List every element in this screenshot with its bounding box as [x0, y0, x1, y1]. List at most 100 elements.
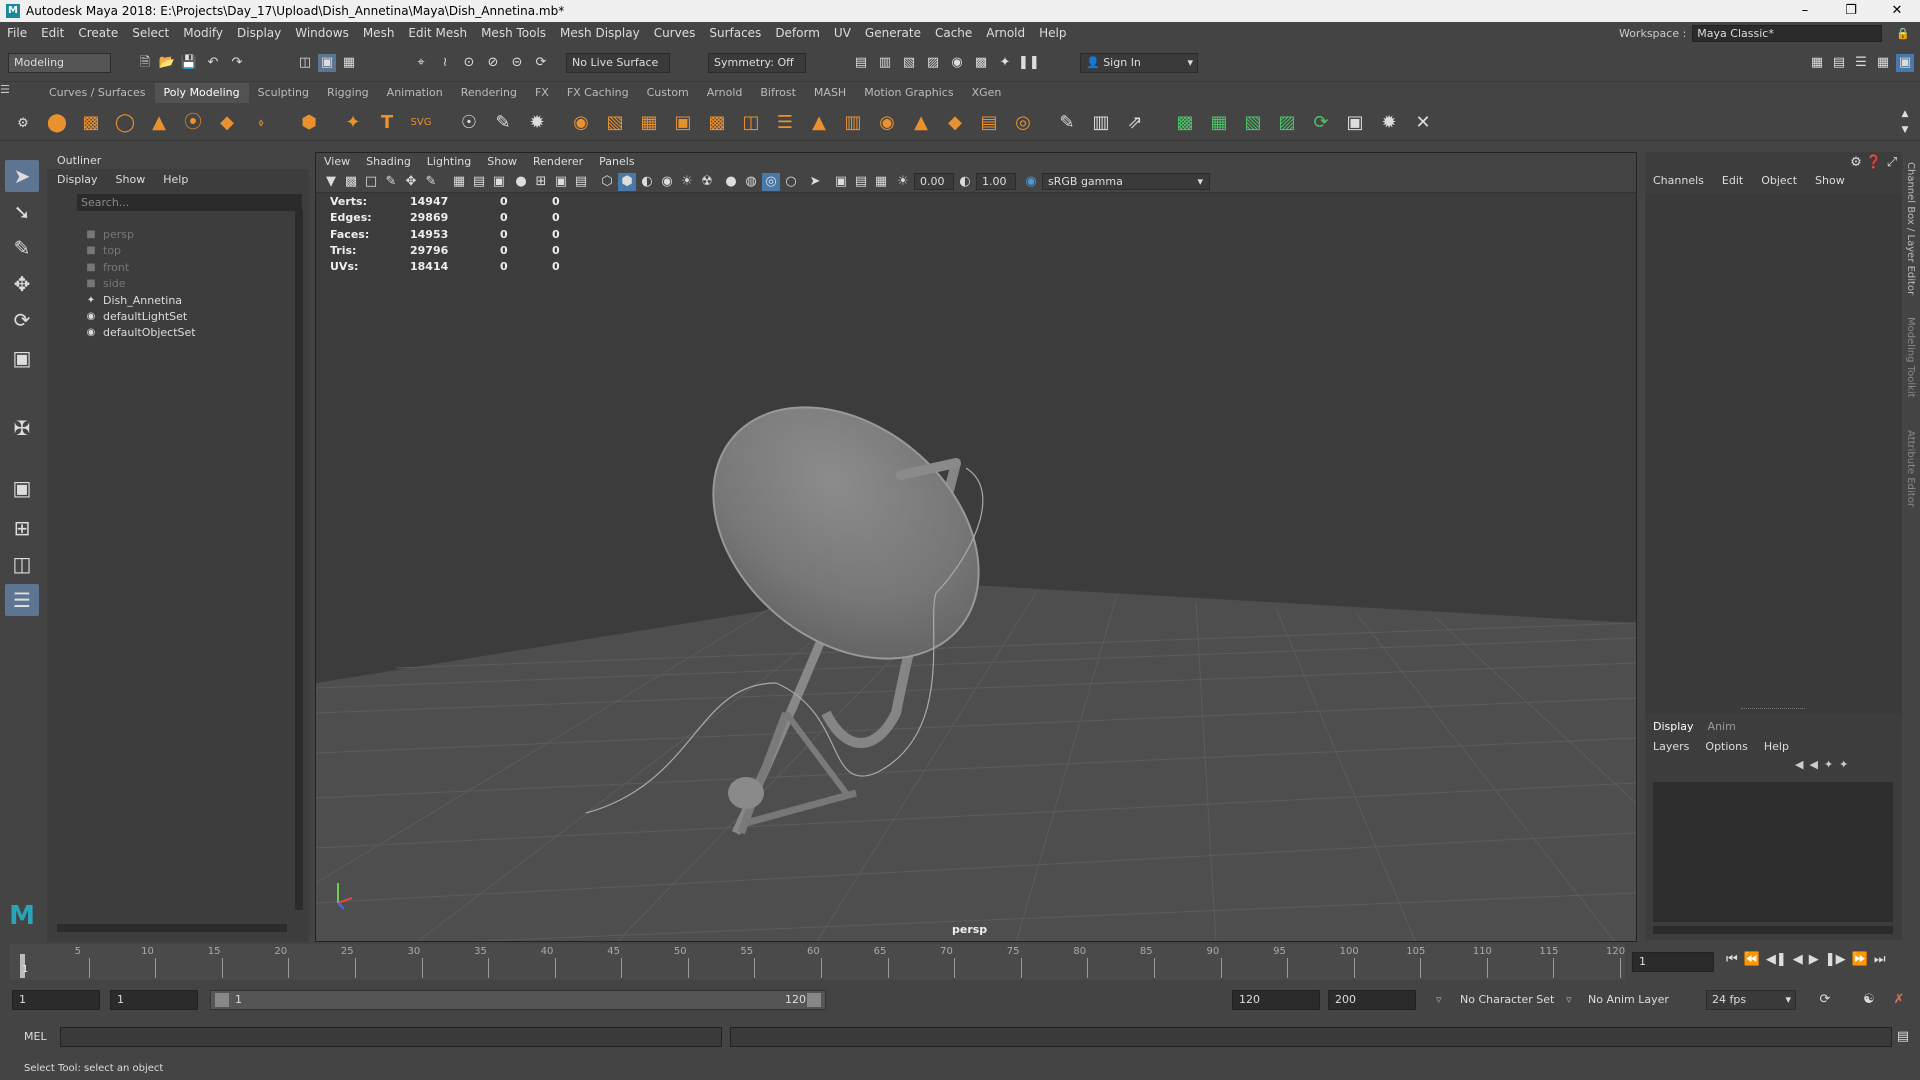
undo-icon[interactable]: ↶: [204, 54, 222, 72]
menu-display[interactable]: Display: [230, 26, 288, 40]
play-forward-icon[interactable]: ▶: [1809, 952, 1819, 967]
arnold-render-icon[interactable]: ✦: [996, 54, 1014, 72]
outliner-item[interactable]: ■ persp: [85, 226, 134, 244]
outliner-menu-help[interactable]: Help: [163, 173, 188, 186]
range-slider-bar[interactable]: 1 120: [210, 990, 826, 1010]
live-surface-field[interactable]: No Live Surface: [566, 53, 670, 73]
select-camera-icon[interactable]: ▼: [322, 173, 340, 191]
four-view-icon[interactable]: ⊞: [5, 512, 39, 544]
insert-edge-loop-icon[interactable]: ▥: [1088, 110, 1114, 136]
render-settings-icon[interactable]: ▨: [924, 54, 942, 72]
outliner-item[interactable]: ✦ Dish_Annetina: [85, 292, 182, 310]
menu-edit-mesh[interactable]: Edit Mesh: [401, 26, 474, 40]
animation-preferences-icon[interactable]: ✗: [1890, 991, 1908, 1009]
step-back-frame-icon[interactable]: ◀❚: [1766, 952, 1787, 967]
new-scene-icon[interactable]: 🗎: [136, 54, 154, 72]
motion-blur-icon[interactable]: ◍: [742, 173, 760, 191]
command-language-label[interactable]: MEL: [24, 1030, 47, 1043]
menu-arnold[interactable]: Arnold: [979, 26, 1032, 40]
menu-surfaces[interactable]: Surfaces: [702, 26, 768, 40]
step-forward-key-icon[interactable]: ⏩: [1852, 952, 1868, 967]
menu-mesh-tools[interactable]: Mesh Tools: [474, 26, 553, 40]
channel-box-menu-show[interactable]: Show: [1815, 174, 1845, 187]
gate-mask-icon[interactable]: ●: [512, 173, 530, 191]
spherical-map-icon[interactable]: ▨: [1274, 110, 1300, 136]
menu-edit[interactable]: Edit: [34, 26, 71, 40]
layer-menu-layers[interactable]: Layers: [1653, 740, 1689, 753]
outliner-item[interactable]: ◉ defaultObjectSet: [85, 324, 196, 342]
menu-cache[interactable]: Cache: [928, 26, 979, 40]
go-to-end-icon[interactable]: ⏭: [1874, 952, 1886, 967]
planar-map-icon[interactable]: ▦: [1206, 110, 1232, 136]
outliner-search-input[interactable]: Search...: [77, 194, 302, 211]
multi-cut-icon[interactable]: ✎: [1054, 110, 1080, 136]
outliner-layout-icon[interactable]: ☰: [5, 584, 39, 616]
menu-curves[interactable]: Curves: [647, 26, 703, 40]
go-to-start-icon[interactable]: ⏮: [1726, 952, 1738, 967]
script-editor-icon[interactable]: ▤: [1894, 1028, 1912, 1046]
super-shape-icon[interactable]: ✦: [340, 110, 366, 136]
hypershade-icon[interactable]: ◉: [948, 54, 966, 72]
cylindrical-map-icon[interactable]: ▧: [1240, 110, 1266, 136]
menuset-dropdown[interactable]: Modeling: [8, 53, 111, 73]
combine-icon[interactable]: ◉: [568, 110, 594, 136]
wireframe-on-shaded-icon[interactable]: ◐: [638, 173, 656, 191]
layer-scrollbar[interactable]: [1653, 926, 1893, 934]
mirror-icon[interactable]: ✹: [524, 110, 550, 136]
xray-joints-icon[interactable]: ▤: [852, 173, 870, 191]
depth-of-field-icon[interactable]: ○: [782, 173, 800, 191]
minimize-button[interactable]: –: [1782, 0, 1828, 22]
select-object-icon[interactable]: ▣: [318, 54, 336, 72]
resolution-gate-icon[interactable]: ▣: [490, 173, 508, 191]
sign-in-button[interactable]: 👤 Sign In ▾: [1080, 53, 1198, 73]
shadows-icon[interactable]: ☢: [698, 173, 716, 191]
textured-icon[interactable]: ◉: [658, 173, 676, 191]
render-frame-icon[interactable]: ▤: [852, 54, 870, 72]
open-scene-icon[interactable]: 📂: [158, 54, 176, 72]
channel-box-menu-object[interactable]: Object: [1761, 174, 1797, 187]
bookmarks-icon[interactable]: □: [362, 173, 380, 191]
platonic-solid-icon[interactable]: ⬢: [296, 110, 322, 136]
poly-plane-icon[interactable]: ◆: [214, 110, 240, 136]
paint-select-tool-icon[interactable]: ✎: [5, 232, 39, 264]
animation-start-field[interactable]: 1: [12, 990, 100, 1010]
viewport-menu-lighting[interactable]: Lighting: [419, 153, 479, 171]
last-tool-icon[interactable]: ✠: [5, 412, 39, 444]
uv-editor-icon[interactable]: ▩: [1172, 110, 1198, 136]
character-set-label[interactable]: No Character Set: [1460, 993, 1554, 1006]
shelf-tab-sculpting[interactable]: Sculpting: [249, 83, 318, 103]
wireframe-icon[interactable]: ⬡: [598, 173, 616, 191]
viewport-menu-renderer[interactable]: Renderer: [525, 153, 591, 171]
step-back-key-icon[interactable]: ⏪: [1744, 952, 1760, 967]
booleans-icon[interactable]: ▣: [670, 110, 696, 136]
safe-action-icon[interactable]: ▣: [552, 173, 570, 191]
attribute-editor-side-tab[interactable]: Attribute Editor: [1905, 430, 1916, 507]
layer-menu-help[interactable]: Help: [1764, 740, 1789, 753]
camera-attributes-icon[interactable]: ▩: [342, 173, 360, 191]
shelf-tab-mash[interactable]: MASH: [805, 83, 855, 103]
shelf-options-icon[interactable]: ☰: [0, 83, 40, 103]
outliner-item[interactable]: ■ top: [85, 242, 121, 260]
new-layer-from-selected-icon[interactable]: ✦: [1839, 758, 1848, 771]
type-tool-icon[interactable]: T: [374, 110, 400, 136]
ipr-render-icon[interactable]: ▧: [900, 54, 918, 72]
isolate-select-icon[interactable]: ➤: [806, 173, 824, 191]
screen-space-ao-icon[interactable]: ●: [722, 173, 740, 191]
sew-uv-icon[interactable]: ✕: [1410, 110, 1436, 136]
unfold-icon[interactable]: ▣: [1342, 110, 1368, 136]
snap-curve-icon[interactable]: ≀: [436, 54, 454, 72]
viewport-menu-shading[interactable]: Shading: [358, 153, 419, 171]
select-component-icon[interactable]: ▦: [340, 54, 358, 72]
viewport-menu-view[interactable]: View: [316, 153, 358, 171]
menu-help[interactable]: Help: [1032, 26, 1073, 40]
shelf-tab-bifrost[interactable]: Bifrost: [751, 83, 805, 103]
channel-box-toggle-icon[interactable]: ▦: [1874, 54, 1892, 72]
outliner-horizontal-scrollbar[interactable]: [57, 924, 287, 932]
shelf-tab-fx[interactable]: FX: [526, 83, 558, 103]
channel-box-menu-edit[interactable]: Edit: [1722, 174, 1743, 187]
extrude-icon[interactable]: ◉: [874, 110, 900, 136]
fill-hole-icon[interactable]: ▤: [976, 110, 1002, 136]
extract-icon[interactable]: ▦: [636, 110, 662, 136]
menu-modify[interactable]: Modify: [176, 26, 230, 40]
expand-icon[interactable]: ⤢: [1883, 154, 1901, 172]
